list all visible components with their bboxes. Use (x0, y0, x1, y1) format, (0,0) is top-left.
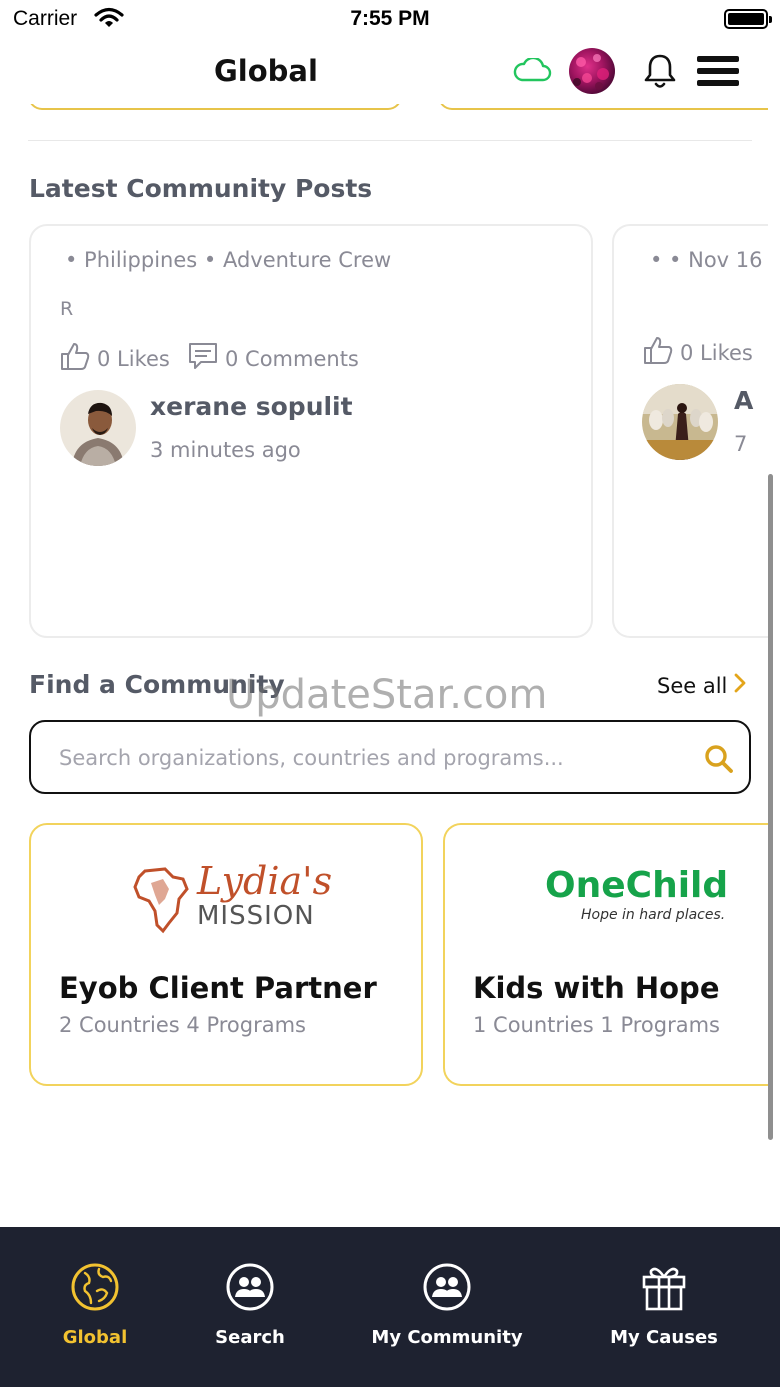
see-all-link[interactable]: See all (657, 672, 747, 699)
post-body: R (60, 298, 74, 320)
logo-caps: MISSION (197, 901, 315, 931)
chevron-right-icon (733, 672, 747, 699)
tab-search[interactable]: Search (210, 1261, 290, 1348)
tab-label: Search (215, 1327, 285, 1348)
tab-label: My Community (371, 1327, 523, 1348)
post-card[interactable]: • • Nov 16 0 Likes A 7 (612, 224, 768, 638)
globe-icon (69, 1263, 121, 1317)
community-search[interactable] (29, 720, 751, 794)
author-name[interactable]: xerane sopulit (150, 392, 353, 421)
battery-icon (724, 9, 772, 29)
likes-count[interactable]: 0 Likes (59, 340, 170, 377)
hamburger-menu-icon[interactable] (697, 54, 739, 88)
thumbs-up-icon (59, 340, 91, 377)
author-avatar[interactable] (60, 390, 136, 466)
latest-posts-title: Latest Community Posts (29, 174, 373, 203)
likes-count[interactable]: 0 Likes (642, 334, 753, 371)
likes-label: 0 Likes (680, 340, 753, 365)
status-bar: Carrier 7:55 PM (0, 0, 780, 40)
africa-map-icon (133, 867, 189, 934)
org-card[interactable]: Lydia's MISSION Eyob Client Partner 2 Co… (29, 823, 423, 1086)
comment-icon (187, 340, 219, 377)
tab-my-causes[interactable]: My Causes (606, 1261, 722, 1348)
divider (28, 140, 752, 141)
vertical-scrollbar[interactable] (768, 474, 773, 1140)
post-time: 3 minutes ago (150, 438, 301, 462)
org-name: Kids with Hope (473, 971, 720, 1005)
tab-my-community[interactable]: My Community (368, 1261, 526, 1348)
author-avatar[interactable] (642, 384, 718, 460)
cloud-sync-icon[interactable] (512, 56, 552, 88)
comments-label: 0 Comments (225, 346, 359, 371)
gift-icon (638, 1267, 690, 1317)
logo-script: Lydia's (197, 859, 333, 903)
bell-icon[interactable] (642, 52, 678, 94)
tab-label: Global (62, 1327, 128, 1348)
onechild-logo: OneChild Hope in hard places. (545, 865, 765, 929)
bottom-tab-bar: Global Search My Community My Causes (0, 1227, 780, 1387)
search-icon[interactable] (704, 744, 734, 778)
lydias-mission-logo: Lydia's MISSION (131, 859, 333, 941)
clock: 7:55 PM (350, 7, 430, 30)
search-input[interactable] (59, 740, 659, 776)
org-card[interactable]: OneChild Hope in hard places. Kids with … (443, 823, 768, 1086)
tab-label: My Causes (610, 1327, 718, 1348)
people-icon (224, 1263, 276, 1317)
org-stats: 1 Countries 1 Programs (473, 1013, 720, 1037)
post-meta: • Philippines • Adventure Crew (65, 248, 392, 272)
post-card[interactable]: • Philippines • Adventure Crew R 0 Likes… (29, 224, 593, 638)
org-stats: 2 Countries 4 Programs (59, 1013, 306, 1037)
comments-count[interactable]: 0 Comments (187, 340, 359, 377)
likes-label: 0 Likes (97, 346, 170, 371)
see-all-label: See all (657, 673, 728, 698)
logo-main: OneChild (545, 865, 729, 906)
post-meta: • • Nov 16 (650, 248, 763, 272)
tab-global[interactable]: Global (56, 1261, 134, 1348)
people-icon (421, 1263, 473, 1317)
find-community-title: Find a Community (29, 670, 285, 699)
app-header: Global (0, 40, 780, 104)
thumbs-up-icon (642, 334, 674, 371)
logo-tagline: Hope in hard places. (581, 907, 726, 923)
page-title: Global (214, 54, 318, 88)
author-name[interactable]: A (734, 386, 753, 415)
user-avatar[interactable] (569, 48, 615, 94)
org-name: Eyob Client Partner (59, 971, 377, 1005)
post-time: 7 (734, 432, 748, 456)
